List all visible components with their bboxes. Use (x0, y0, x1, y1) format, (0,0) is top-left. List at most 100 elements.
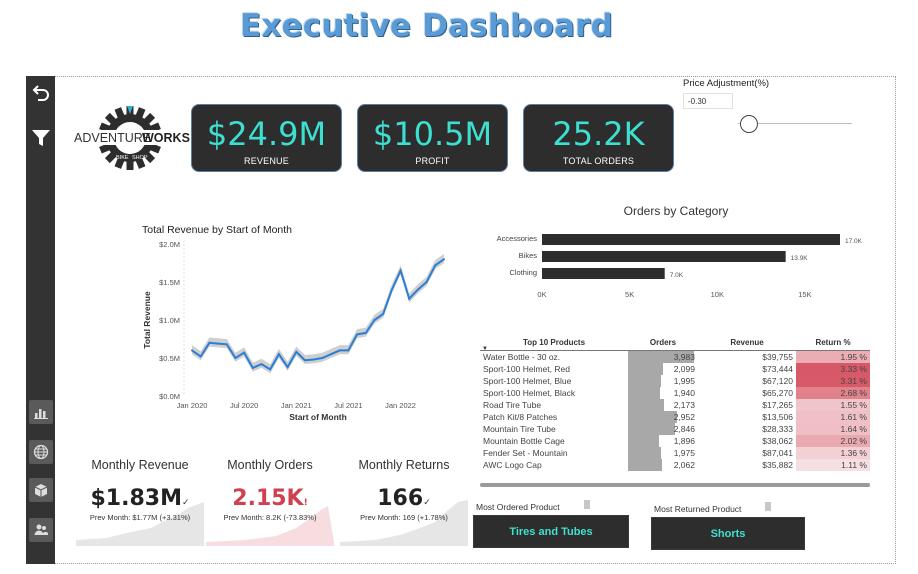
price-adjustment-input[interactable]: -0.30 (683, 93, 733, 109)
y-axis-title: Total Revenue (142, 291, 152, 349)
filter-icon (32, 130, 50, 146)
orders-data-bar (628, 434, 660, 447)
category-bar[interactable] (542, 234, 840, 245)
orders-cell: 2,099 (628, 362, 698, 375)
revenue-point[interactable] (338, 349, 341, 352)
revenue-point[interactable] (443, 258, 445, 261)
orders-value: 1,975 (673, 447, 695, 458)
revenue-point[interactable] (347, 349, 350, 352)
revenue-point[interactable] (434, 264, 437, 267)
revenue-point[interactable] (303, 359, 306, 362)
monthly-returns-card: Monthly Returns 166✓ Prev Month: 169 (+1… (340, 458, 468, 546)
revenue-point[interactable] (191, 349, 193, 352)
most-returned-toggle[interactable] (765, 502, 771, 511)
revenue-point[interactable] (425, 281, 428, 283)
product-name-cell: Sport-100 Helmet, Blue (483, 375, 572, 386)
nav-customers-button[interactable] (29, 518, 53, 542)
revenue-point[interactable] (225, 343, 228, 346)
col-header-product[interactable]: Top 10 Products ▼ (480, 336, 628, 352)
col-header-revenue[interactable]: Revenue (698, 336, 796, 351)
table-row[interactable]: Water Bottle - 30 oz. 3,983 $39,755 1.95 % (480, 350, 870, 363)
revenue-point[interactable] (286, 366, 289, 369)
product-name-cell: Sport-100 Helmet, Red (483, 363, 570, 374)
table-row[interactable]: AWC Logo Cap 2,062 $35,882 1.11 % (480, 458, 870, 471)
revenue-point[interactable] (382, 312, 385, 315)
product-name-cell: AWC Logo Cap (483, 459, 542, 470)
orders-data-bar (628, 362, 663, 375)
revenue-point[interactable] (199, 355, 202, 358)
revenue-point[interactable] (295, 350, 298, 353)
x-tick-label: 15K (798, 290, 811, 299)
revenue-point[interactable] (330, 353, 333, 356)
revenue-point[interactable] (234, 357, 237, 359)
filter-button[interactable] (29, 126, 53, 150)
revenue-cell: $13,506 (762, 411, 793, 422)
category-bar[interactable] (542, 268, 665, 279)
revenue-point[interactable] (312, 358, 315, 361)
nav-map-button[interactable] (29, 440, 53, 464)
table-row[interactable]: Patch Kit/8 Patches 2,952 $13,506 1.61 % (480, 410, 870, 423)
category-label: Clothing (509, 268, 537, 277)
revenue-point[interactable] (416, 288, 419, 291)
revenue-point[interactable] (243, 351, 246, 354)
orders-data-bar (628, 422, 676, 435)
bar-value-label: 13.9K (791, 255, 809, 262)
col-header-return[interactable]: Return % (796, 336, 870, 351)
monthly-revenue-prev: Prev Month: $1.77M (+3.31%) (89, 513, 191, 522)
monthly-orders-title: Monthly Orders (227, 458, 313, 472)
kpi-profit-card: $10.5M PROFIT (357, 104, 508, 172)
revenue-point[interactable] (277, 353, 280, 356)
table-scrollbar[interactable] (480, 483, 870, 487)
orders-cell: 1,940 (628, 386, 698, 399)
orders-cell: 3,983 (628, 350, 698, 363)
revenue-point[interactable] (217, 342, 220, 345)
category-label: Accessories (497, 234, 538, 243)
x-tick-label: Jan 2020 (177, 401, 208, 410)
return-pct-cell: 3.31 % (796, 374, 870, 387)
most-ordered-button[interactable]: Tires and Tubes (473, 515, 629, 548)
trend-band (192, 253, 444, 374)
category-bar[interactable] (542, 251, 786, 262)
revenue-point[interactable] (390, 288, 393, 291)
table-row[interactable]: Fender Set - Mountain 1,975 $87,041 1.36 % (480, 446, 870, 459)
table-row[interactable]: Sport-100 Helmet, Blue 1,995 $67,120 3.31 % (480, 374, 870, 387)
nav-products-button[interactable] (29, 478, 53, 502)
most-returned-button[interactable]: Shorts (651, 517, 805, 550)
nav-charts-button[interactable] (29, 400, 53, 424)
revenue-point[interactable] (399, 269, 402, 272)
orders-value: 1,940 (673, 387, 695, 398)
back-button[interactable] (29, 80, 53, 104)
revenue-point[interactable] (408, 297, 411, 300)
table-row[interactable]: Mountain Bottle Cage 1,896 $38,062 2.02 % (480, 434, 870, 447)
revenue-cell: $38,062 (762, 435, 793, 446)
revenue-point[interactable] (208, 341, 211, 344)
revenue-point[interactable] (356, 333, 359, 336)
table-scroll-thumb[interactable] (480, 483, 870, 487)
kpi-revenue-label: REVENUE (244, 156, 289, 166)
table-row[interactable]: Sport-100 Helmet, Black 1,940 $65,270 2.68 … (480, 386, 870, 399)
table-row[interactable]: Sport-100 Helmet, Red 2,099 $73,444 3.33 % (480, 362, 870, 375)
return-pct-cell: 1.11 % (796, 458, 870, 471)
orders-value: 2,062 (673, 459, 695, 470)
return-pct-cell: 1.95 % (796, 350, 870, 363)
top-products-table: Top 10 Products ▼ Orders Revenue Return %… (480, 336, 870, 471)
table-row[interactable]: Road Tire Tube 2,173 $17,265 1.55 % (480, 398, 870, 411)
revenue-point[interactable] (364, 331, 367, 334)
orders-value: 3,983 (673, 351, 695, 362)
col-header-orders[interactable]: Orders (628, 336, 698, 351)
kpi-orders-label: TOTAL ORDERS (562, 156, 635, 166)
table-row[interactable]: Mountain Tire Tube 2,846 $28,333 1.64 % (480, 422, 870, 435)
revenue-point[interactable] (321, 357, 324, 359)
logo-bike: BIKE (116, 155, 129, 161)
revenue-point[interactable] (373, 319, 376, 321)
revenue-point[interactable] (260, 363, 263, 366)
revenue-cell: $39,755 (762, 351, 793, 362)
adventureworks-logo: ADVENTURE WORKS BIKE SHOP (72, 104, 190, 172)
most-ordered-toggle[interactable] (584, 500, 590, 509)
revenue-point[interactable] (251, 366, 254, 369)
x-tick-label: 0K (537, 290, 546, 299)
orders-cell: 2,952 (628, 410, 698, 423)
revenue-point[interactable] (269, 368, 272, 371)
globe-icon (33, 444, 49, 460)
y-tick-label: $0.0M (159, 392, 180, 401)
